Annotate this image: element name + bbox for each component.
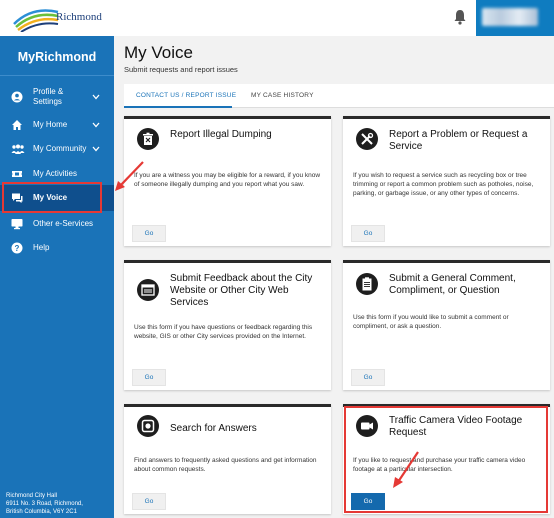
card-description: Use this form if you would like to submi… [353, 314, 509, 330]
sidebar-item-label: Other e-Services [33, 219, 94, 228]
top-bar: Richmond [0, 0, 554, 36]
tools-icon [356, 128, 378, 150]
card-title: Report a Problem or Request a Service [389, 129, 528, 152]
ticket-icon [12, 171, 22, 177]
user-menu[interactable] [476, 0, 554, 36]
card-title: Traffic Camera Video Footage Request [389, 415, 523, 438]
sidebar-divider [0, 75, 114, 76]
sidebar: MyRichmond Profile & Settings My Home My… [0, 36, 114, 518]
video-camera-icon [356, 415, 378, 437]
card-description: Use this form if you have questions or f… [134, 324, 313, 340]
page-title: My Voice [124, 43, 193, 62]
card-traffic-camera-video-footage: Traffic Camera Video Footage Request If … [343, 404, 550, 514]
sidebar-item-label: My Home [33, 120, 68, 129]
card-report-problem-request-service: Report a Problem or Request a Service If… [343, 116, 550, 246]
card-title: Report Illegal Dumping [170, 129, 272, 140]
go-button[interactable]: Go [132, 493, 166, 510]
sidebar-item-label: My Activities [33, 169, 78, 178]
tab-my-case-history[interactable]: MY CASE HISTORY [251, 92, 314, 99]
address-line: Richmond City Hall [6, 493, 58, 499]
sidebar-item-profile-settings[interactable]: Profile & Settings [0, 84, 114, 110]
tab-bar: CONTACT US / REPORT ISSUE MY CASE HISTOR… [124, 84, 554, 108]
monitor-icon [11, 219, 23, 230]
card-report-illegal-dumping: Report Illegal Dumping If you are a witn… [124, 116, 331, 246]
card-title: Search for Answers [170, 423, 257, 434]
page-subtitle: Submit requests and report issues [124, 65, 238, 74]
user-avatar [482, 8, 538, 26]
chat-icon [12, 193, 23, 203]
address-line: British Columbia, V6Y 2C1 [6, 509, 77, 515]
sidebar-item-label: Help [33, 243, 50, 252]
svg-text:?: ? [15, 244, 20, 253]
chevron-down-icon [92, 146, 100, 152]
card-submit-feedback-website: Submit Feedback about the City Website o… [124, 260, 331, 390]
logo-swoosh-icon [13, 9, 59, 33]
sidebar-item-my-voice[interactable]: My Voice [0, 185, 114, 211]
logo-text: Richmond [56, 11, 102, 23]
help-icon: ? [11, 242, 23, 254]
sidebar-item-label: My Voice [33, 193, 68, 202]
card-description: If you are a witness you may be eligible… [134, 172, 321, 188]
sidebar-item-other-e-services[interactable]: Other e-Services [0, 215, 114, 233]
sidebar-item-my-community[interactable]: My Community [0, 140, 114, 158]
browser-window-icon [137, 279, 159, 301]
card-description: If you like to request and purchase your… [353, 457, 526, 473]
trash-icon [137, 128, 159, 150]
sidebar-item-label: Profile & Settings [33, 87, 64, 106]
card-title: Submit Feedback about the City Website o… [170, 273, 313, 308]
card-search-for-answers: Search for Answers Find answers to frequ… [124, 404, 331, 514]
bell-icon[interactable] [453, 9, 467, 25]
card-title: Submit a General Comment, Compliment, or… [389, 273, 516, 296]
sidebar-title: MyRichmond [17, 50, 97, 64]
card-description: Find answers to frequently asked questio… [134, 457, 317, 473]
search-icon [137, 415, 159, 437]
active-tab-indicator [124, 106, 232, 108]
sidebar-item-my-home[interactable]: My Home [0, 116, 114, 134]
sidebar-item-help[interactable]: ? Help [0, 239, 114, 257]
sidebar-item-my-activities[interactable]: My Activities [0, 165, 114, 183]
go-button[interactable]: Go [351, 493, 385, 510]
chevron-down-icon [92, 94, 100, 100]
go-button[interactable]: Go [132, 225, 166, 242]
chevron-down-icon [92, 122, 100, 128]
city-hall-address: Richmond City Hall 6911 No. 3 Road, Rich… [6, 492, 83, 516]
clipboard-icon [356, 273, 378, 295]
go-button[interactable]: Go [351, 225, 385, 242]
people-icon [11, 144, 25, 154]
sidebar-item-label: My Community [33, 144, 87, 153]
address-line: 6911 No. 3 Road, Richmond, [6, 501, 83, 507]
go-button[interactable]: Go [132, 369, 166, 386]
tab-contact-us-report-issue[interactable]: CONTACT US / REPORT ISSUE [136, 92, 236, 99]
user-circle-icon [11, 91, 23, 103]
home-icon [12, 120, 22, 130]
card-description: If you wish to request a service such as… [353, 172, 534, 197]
card-submit-general-comment: Submit a General Comment, Compliment, or… [343, 260, 550, 390]
go-button[interactable]: Go [351, 369, 385, 386]
